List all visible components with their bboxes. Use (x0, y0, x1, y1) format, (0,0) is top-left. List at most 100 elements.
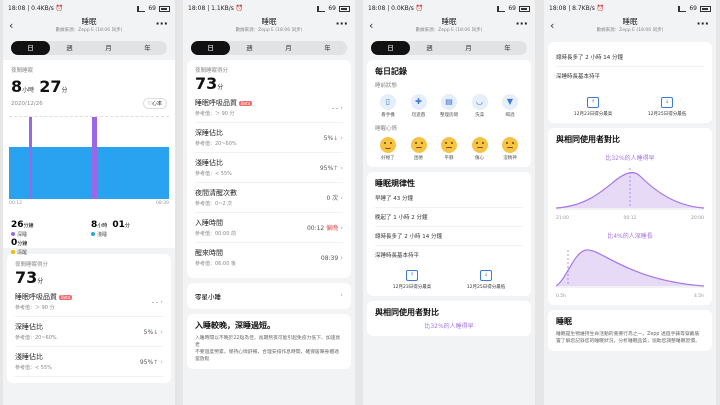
item-name: 入睡時間 (195, 219, 223, 227)
axis-tick: 00:12 (623, 216, 637, 221)
tab-day[interactable]: 日 (11, 41, 50, 55)
awake-unit: 分鐘 (17, 241, 28, 247)
tab-day[interactable]: 日 (371, 41, 410, 55)
regularity-title: 睡眠規律性 (375, 179, 415, 188)
heart-rate-button[interactable]: ♡心率 (142, 98, 167, 109)
status-bar: 18:08 | 1.1KB/s ⏰ 69 (183, 0, 355, 17)
score-card: 夜間睡眠得分 73分 睡眠呼吸品質 Beta 參考值：＞ 90 分 - - › 深睡佔… (187, 60, 351, 278)
score-item[interactable]: 深睡佔比 參考值：20~60% 5%↓ › (195, 123, 343, 153)
score-extremes: ↑ 12月23日得分最高 ↓ 12月25日得分最低 (556, 97, 704, 117)
game-option[interactable]: ✚ 玩遊戲 (406, 94, 432, 118)
drink-option[interactable]: ▼ 喝酒 (497, 94, 523, 118)
deep-unit: 分鐘 (23, 223, 34, 229)
score-item[interactable]: 入睡時間 參考值：00:00 前 00:12 偏晚 › (195, 213, 343, 243)
page-title: 睡眠 (441, 17, 457, 26)
score-card: 夜間睡眠得分 73分 睡眠呼吸品質 Beta 參考值：＞ 90 分 - - › 深睡佔… (7, 254, 171, 383)
status-time: 18:08 | 0.0KB/s ⏰ (368, 5, 424, 12)
tab-year[interactable]: 年 (128, 41, 167, 55)
bedtime-comparison-label: 比32%的人睡得早 (605, 155, 655, 162)
mood-label: 傷心 (475, 156, 484, 161)
tab-week[interactable]: 週 (50, 41, 89, 55)
item-reference: 參考值：06:00 後 (195, 261, 236, 267)
tab-month[interactable]: 月 (269, 41, 308, 55)
mood-great[interactable]: 好極了 (375, 137, 401, 161)
more-icon[interactable]: ··· (696, 17, 709, 30)
score-item[interactable]: 睡眠呼吸品質 Beta 參考值：＞ 90 分 - - › (15, 287, 163, 317)
score-item[interactable]: 夜間清醒次數 參考值：0~2 次 0 次 › (195, 183, 343, 213)
back-icon[interactable]: ‹ (9, 19, 13, 32)
battery-level: 69 (508, 5, 516, 12)
item-name: 淺睡佔比 (195, 159, 223, 167)
mood-calm[interactable]: 平靜 (436, 137, 462, 161)
tab-week[interactable]: 週 (410, 41, 449, 55)
score-item[interactable]: 睡眠呼吸品質 Beta 參考值：＞ 90 分 - - › (195, 93, 343, 123)
status-bar: 18:08 | 8.7KB/s ⏰ 69 (544, 0, 716, 17)
pre-sleep-options: ▯ 看手機 ✚ 玩遊戲 ▤ 整理房間 ◡ 洗澡 ▼ 喝酒 (375, 94, 523, 118)
item-name: 深睡佔比 (195, 129, 223, 137)
comparison-title: 與相同使用者對比 (556, 135, 620, 144)
late-badge: 偏晚 (326, 225, 339, 232)
mood-options: 好極了 困倦 平靜 傷心 沒精神 (375, 137, 523, 161)
mood-sad[interactable]: 傷心 (467, 137, 493, 161)
regularity-item: 深睡時長基本持平 (375, 253, 420, 259)
tidy-option[interactable]: ▤ 整理房間 (436, 94, 462, 118)
lowest-score-date: 12月25日得分最低 (647, 112, 687, 117)
tab-year[interactable]: 年 (488, 41, 527, 55)
score-item[interactable]: 淺睡佔比 參考值：< 55% 95%↑ › (195, 153, 343, 183)
battery-icon (339, 5, 350, 12)
more-icon[interactable]: ··· (155, 17, 168, 30)
battery-level: 69 (148, 5, 156, 12)
tab-month[interactable]: 月 (449, 41, 488, 55)
score-item[interactable]: 深睡佔比 參考值：20~60% 5%↓ › (15, 317, 163, 347)
score-item[interactable]: 淺睡佔比 參考值：< 55% 95%↑ › (15, 347, 163, 377)
phone-option[interactable]: ▯ 看手機 (375, 94, 401, 118)
mood-tired[interactable]: 沒精神 (497, 137, 523, 161)
score-item[interactable]: 醒來時間 參考值：06:00 後 08:39 › (195, 243, 343, 272)
awake-stat: 0分鐘 清醒 (11, 230, 27, 256)
nap-row[interactable]: 零星小睡 › (187, 283, 351, 309)
option-label: 整理房間 (440, 113, 458, 118)
sleepy-face-icon (410, 137, 427, 153)
chevron-right-icon: › (340, 194, 343, 202)
more-icon[interactable]: ··· (335, 17, 348, 30)
tab-month[interactable]: 月 (89, 41, 128, 55)
item-name: 睡眠呼吸品質 (15, 293, 57, 301)
tab-day[interactable]: 日 (191, 41, 230, 55)
item-name: 夜間清醒次數 (195, 189, 237, 197)
bath-option[interactable]: ◡ 洗澡 (467, 94, 493, 118)
mood-sleepy[interactable]: 困倦 (406, 137, 432, 161)
status-time: 18:08 | 0.4KB/s ⏰ (8, 5, 64, 12)
bedtime-distribution-curve (555, 168, 705, 210)
tip-title: 入睡較晚，深睡過短。 (195, 321, 275, 330)
header: ‹ 睡眠 數據來源：Zepp E (18:06 同步) ··· (363, 17, 535, 39)
item-value: - - (331, 104, 339, 112)
deep-sleep-axis: 0.5h 4.5h (556, 294, 704, 299)
more-icon[interactable]: ··· (515, 17, 528, 30)
regularity-card: 總時長多了 2 小時 14 分鐘 深睡時長基本持平 ↑ 12月23日得分最高 ↓ 1… (548, 42, 712, 123)
hours-unit: 小時 (22, 87, 35, 94)
back-icon[interactable]: ‹ (369, 19, 373, 32)
nap-label: 零星小睡 (195, 293, 221, 301)
item-name: 睡眠呼吸品質 (195, 99, 237, 107)
tab-year[interactable]: 年 (308, 41, 347, 55)
phone-panel-3: 18:08 | 0.0KB/s ⏰ 69 ‹ 睡眠 數據來源：Zepp E (1… (363, 0, 535, 405)
item-value: 95% (319, 164, 334, 172)
comparison-card: 與相同使用者對比 比32%的人睡得早 21:00 00:12 20:00 比4%… (548, 128, 712, 305)
item-reference: 參考值：＞ 90 分 (15, 305, 55, 311)
page-title: 睡眠 (622, 17, 638, 26)
item-name: 淺睡佔比 (15, 353, 43, 361)
option-label: 看手機 (381, 113, 395, 118)
light-hours-unit: 小時 (97, 223, 108, 229)
back-icon[interactable]: ‹ (550, 19, 554, 32)
sleep-tip-card: 入睡較晚，深睡過短。 入睡時間以不晚於22點為佳，長期熬夜可能引起免疫力低下、加… (187, 314, 351, 369)
regularity-item: 晚起了 1 小時 2 分鐘 (375, 208, 523, 227)
item-value: - - (151, 298, 159, 306)
tab-week[interactable]: 週 (230, 41, 269, 55)
phone-panel-2: 18:08 | 1.1KB/s ⏰ 69 睡眠 數據來源：Zepp E (18:… (183, 0, 355, 405)
data-source: 數據來源：Zepp E (18:06 同步) (596, 28, 664, 33)
item-reference: 參考值：20~60% (195, 141, 237, 147)
page-title: 睡眠 (81, 17, 97, 26)
regularity-item: 總時長多了 2 小時 14 分鐘 (375, 227, 523, 246)
score-value: 73 (15, 268, 38, 287)
item-reference: 參考值：＞ 90 分 (195, 111, 235, 117)
